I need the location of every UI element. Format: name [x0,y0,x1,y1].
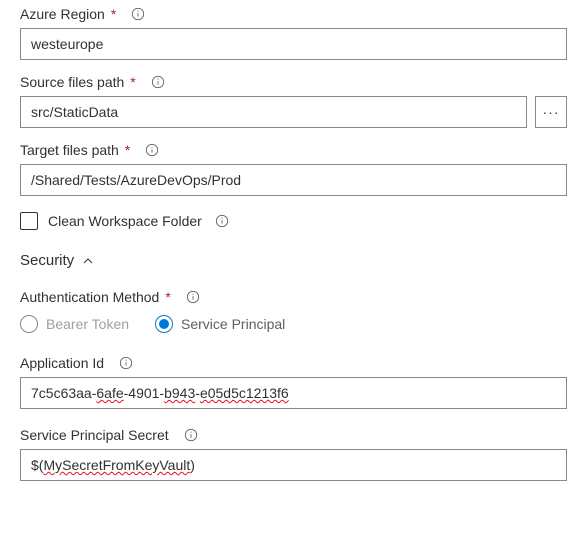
target-path-input[interactable] [20,164,567,196]
sp-secret-input[interactable]: $(MySecretFromKeyVault) [20,449,567,481]
clean-workspace-label: Clean Workspace Folder [48,213,202,229]
target-path-label: Target files path [20,142,119,158]
application-id-input[interactable]: 7c5c63aa-6afe-4901-b943-e05d5c1213f6 [20,377,567,409]
radio-icon [20,315,38,333]
info-icon[interactable] [183,427,199,443]
security-title: Security [20,252,74,269]
source-path-input[interactable] [20,96,527,128]
source-path-label: Source files path [20,74,124,90]
info-icon[interactable] [130,6,146,22]
auth-bearer-radio[interactable]: Bearer Token [20,315,129,333]
required-asterisk: * [130,74,135,90]
info-icon[interactable] [214,213,230,229]
required-asterisk: * [111,6,116,22]
auth-sp-radio[interactable]: Service Principal [155,315,285,333]
security-section-toggle[interactable]: Security [20,252,567,269]
sp-secret-label: Service Principal Secret [20,427,169,443]
clean-workspace-checkbox[interactable] [20,212,38,230]
auth-sp-label: Service Principal [181,316,285,332]
auth-bearer-label: Bearer Token [46,316,129,332]
azure-region-label: Azure Region [20,6,105,22]
radio-icon [155,315,173,333]
azure-region-input[interactable] [20,28,567,60]
application-id-label: Application Id [20,355,104,371]
browse-button[interactable]: ··· [535,96,567,128]
info-icon[interactable] [144,142,160,158]
auth-method-label: Authentication Method [20,289,159,305]
info-icon[interactable] [150,74,166,90]
required-asterisk: * [125,142,130,158]
info-icon[interactable] [118,355,134,371]
required-asterisk: * [165,289,170,305]
info-icon[interactable] [185,289,201,305]
chevron-up-icon [82,255,94,267]
